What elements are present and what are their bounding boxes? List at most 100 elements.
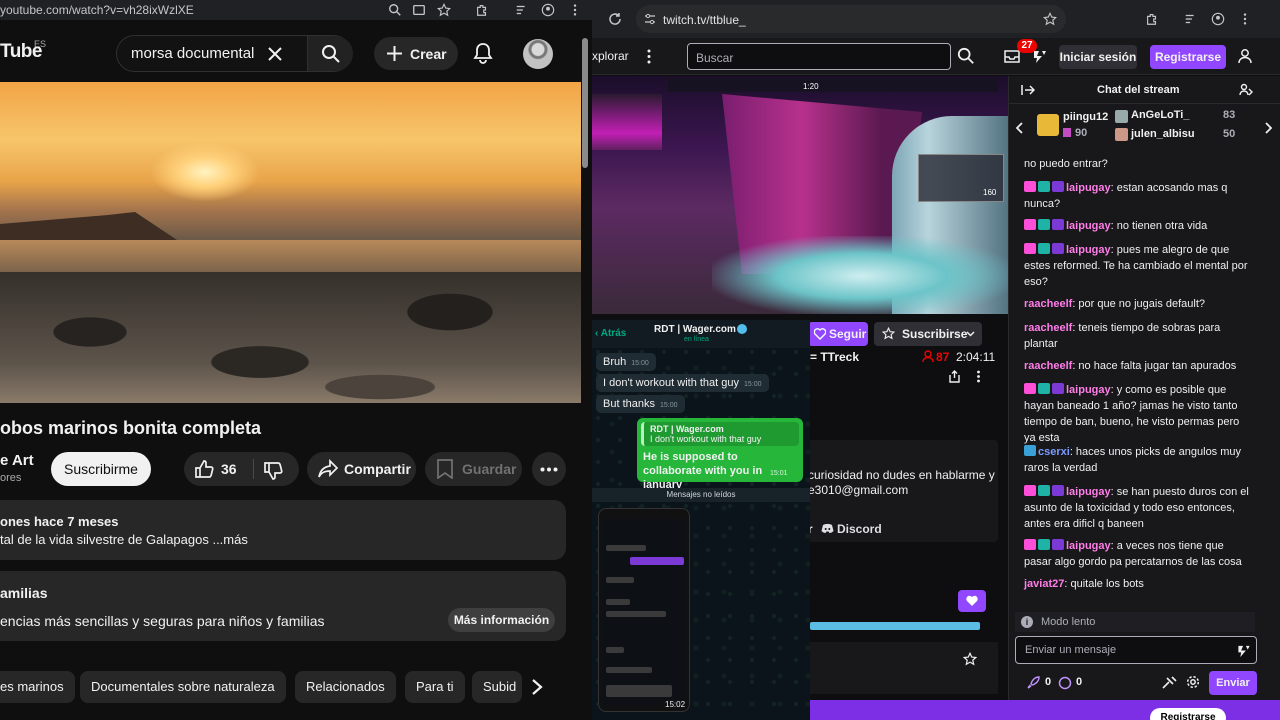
chat-username[interactable]: laipugay xyxy=(1066,486,1111,498)
inbox-icon[interactable] xyxy=(1004,49,1020,64)
chat-username[interactable]: raacheelf xyxy=(1024,322,1072,334)
share-button[interactable]: Compartir xyxy=(307,452,416,486)
badge-mask-icon[interactable] xyxy=(1038,243,1050,254)
create-button[interactable]: Crear xyxy=(374,37,458,70)
badge-mask-icon[interactable] xyxy=(1038,383,1050,394)
community-icon[interactable] xyxy=(1239,83,1253,97)
search-button[interactable] xyxy=(307,36,353,71)
badge-bits-icon[interactable] xyxy=(1052,383,1064,394)
install-app-icon[interactable] xyxy=(412,3,426,17)
site-info-icon[interactable] xyxy=(644,13,656,25)
thumbs-up-icon[interactable] xyxy=(193,458,215,480)
channel-points-icon[interactable] xyxy=(1058,676,1072,690)
search-icon[interactable] xyxy=(957,47,975,65)
chip-sea-lions[interactable]: es marinos xyxy=(0,671,75,703)
badge-bits-icon[interactable] xyxy=(1052,243,1064,254)
chat-username[interactable]: laipugay xyxy=(1066,540,1111,552)
chat-username[interactable]: raacheelf xyxy=(1024,360,1072,372)
badge-heart-icon[interactable] xyxy=(1024,383,1036,394)
badge-heart-icon[interactable] xyxy=(1024,219,1036,230)
badge-bits-icon[interactable] xyxy=(1052,219,1064,230)
login-button[interactable]: Iniciar sesión xyxy=(1059,45,1137,69)
chat-username[interactable]: laipugay xyxy=(1066,384,1111,396)
chat-username[interactable]: laipugay xyxy=(1066,182,1111,194)
chevron-right-icon[interactable] xyxy=(1265,122,1273,134)
bookmark-star-icon[interactable] xyxy=(1043,12,1057,26)
mod-tools-icon[interactable] xyxy=(1162,676,1177,689)
address-bar[interactable]: twitch.tv/ttblue_ xyxy=(636,5,1066,33)
subscribe-button[interactable]: Suscribirse xyxy=(874,322,982,346)
browser-menu-icon[interactable] xyxy=(568,3,582,17)
badge-heart-icon[interactable] xyxy=(1024,181,1036,192)
discord-link[interactable]: Discord xyxy=(837,522,882,536)
more-vertical-icon[interactable] xyxy=(646,49,652,64)
chat-username[interactable]: raacheelf xyxy=(1024,298,1072,310)
badge-mask-icon[interactable] xyxy=(1038,181,1050,192)
media-controls-icon[interactable] xyxy=(515,3,529,17)
chevron-left-icon[interactable] xyxy=(1015,122,1023,134)
follow-button[interactable]: Seguir xyxy=(808,322,868,346)
chevron-right-icon[interactable] xyxy=(530,678,544,696)
subscribe-button[interactable]: Suscribirme xyxy=(51,452,151,486)
send-button[interactable]: Enviar xyxy=(1209,671,1257,695)
notifications-bell-icon[interactable] xyxy=(472,41,494,65)
badge-heart-icon[interactable] xyxy=(1024,539,1036,550)
rocket-icon[interactable] xyxy=(1027,676,1040,689)
banner-signup-button[interactable]: Registrarse xyxy=(1150,708,1226,720)
chip-for-you[interactable]: Para ti xyxy=(405,671,465,703)
chip-uploaded[interactable]: Subid xyxy=(472,671,522,703)
media-controls-icon[interactable] xyxy=(1184,12,1198,26)
browser-menu-icon[interactable] xyxy=(1238,12,1252,26)
bookmark-star-icon[interactable] xyxy=(437,3,451,17)
profile-icon[interactable] xyxy=(541,3,555,17)
description-box[interactable]: ones hace 7 meses tal de la vida silvest… xyxy=(0,500,566,560)
more-actions-button[interactable] xyxy=(532,452,566,486)
bits-icon[interactable] xyxy=(1032,49,1048,64)
clear-search-icon[interactable] xyxy=(266,45,284,63)
avatar[interactable] xyxy=(523,39,553,69)
nav-explore[interactable]: xplorar xyxy=(592,49,629,63)
chat-username[interactable]: laipugay xyxy=(1066,220,1111,232)
badge-heart-icon[interactable] xyxy=(1024,485,1036,496)
badge-bits-icon[interactable] xyxy=(1052,181,1064,192)
stream-player[interactable]: 1:20 160 xyxy=(592,76,1008,314)
chat-username[interactable]: laipugay xyxy=(1066,244,1111,256)
bits-icon[interactable] xyxy=(1236,644,1252,658)
signup-button[interactable]: Registrarse xyxy=(1150,45,1226,69)
chip-nature-docs[interactable]: Documentales sobre naturaleza xyxy=(80,671,286,703)
channel-name[interactable]: e Art xyxy=(0,452,34,469)
badge-mask-icon[interactable] xyxy=(1038,485,1050,496)
chip-related[interactable]: Relacionados xyxy=(295,671,396,703)
badge-mask-icon[interactable] xyxy=(1038,219,1050,230)
save-button[interactable]: Guardar xyxy=(425,452,522,486)
scrollbar-thumb[interactable] xyxy=(582,38,588,168)
back-button[interactable]: ‹ Atrás xyxy=(595,328,626,339)
badge-heart-icon[interactable] xyxy=(1024,243,1036,254)
more-vertical-icon[interactable] xyxy=(976,370,981,383)
thumbs-down-icon[interactable] xyxy=(262,460,284,482)
search-input[interactable]: Buscar xyxy=(687,43,951,70)
chat-username[interactable]: cserxi xyxy=(1038,446,1070,458)
user-icon[interactable] xyxy=(1237,48,1253,64)
badge-mask-icon[interactable] xyxy=(1038,539,1050,550)
reload-icon[interactable] xyxy=(608,12,622,26)
chat-username[interactable]: javiat27 xyxy=(1024,578,1064,590)
share-icon[interactable] xyxy=(948,370,961,383)
chat-input[interactable]: Enviar un mensaje xyxy=(1015,636,1257,664)
more-info-button[interactable]: Más información xyxy=(448,608,555,632)
video-player[interactable] xyxy=(0,82,581,403)
search-input[interactable]: morsa documental xyxy=(131,45,254,62)
gifter-name[interactable]: AnGeLoTi_ xyxy=(1131,109,1189,121)
extensions-icon[interactable] xyxy=(475,3,489,17)
stream-game[interactable]: = TTreck xyxy=(810,350,859,364)
gifter-name[interactable]: julen_albisu xyxy=(1131,128,1195,140)
collapse-chat-icon[interactable] xyxy=(1021,84,1035,96)
gifter-name[interactable]: piingu12 xyxy=(1063,111,1108,123)
gear-icon[interactable] xyxy=(1186,675,1200,689)
extensions-icon[interactable] xyxy=(1145,12,1159,26)
address-bar[interactable]: youtube.com/watch?v=vh28ixWzlXE xyxy=(0,3,194,17)
profile-icon[interactable] xyxy=(1211,12,1225,26)
panel-heart-button[interactable] xyxy=(958,590,986,612)
search-box[interactable]: morsa documental xyxy=(116,35,353,72)
badge-bits-icon[interactable] xyxy=(1052,485,1064,496)
